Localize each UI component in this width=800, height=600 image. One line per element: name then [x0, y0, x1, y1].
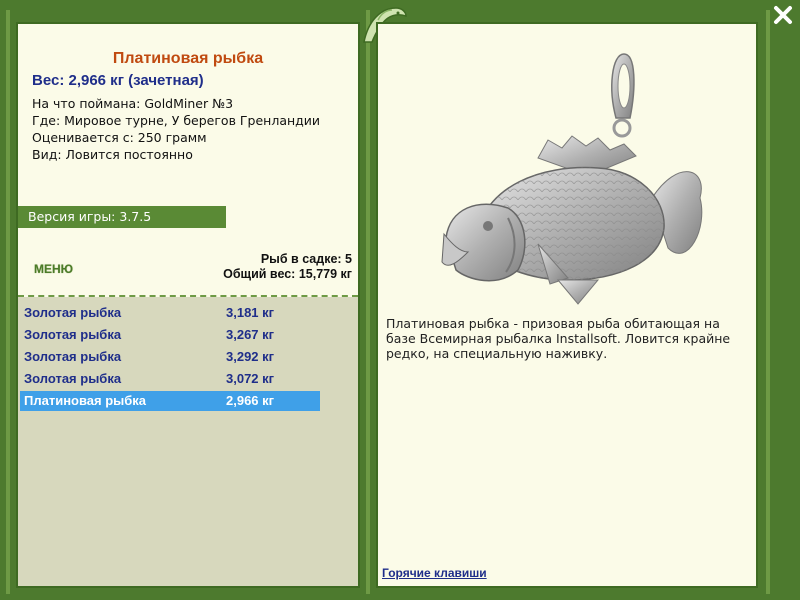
kind-line: Вид: Ловится постоянно	[32, 147, 193, 162]
catch-row-selected[interactable]: Платиновая рыбка 2,966 кг	[20, 391, 320, 411]
hotkeys-link[interactable]: Горячие клавиши	[382, 566, 487, 580]
frame-stripe	[6, 10, 10, 594]
cage-stats: Рыб в садке: 5 Общий вес: 15,779 кг	[223, 252, 352, 282]
catch-fish-name: Золотая рыбка	[24, 349, 122, 364]
cage-fish-count: Рыб в садке: 5	[260, 252, 352, 266]
catch-row[interactable]: Золотая рыбка 3,292 кг	[20, 347, 320, 367]
fish-info-panel: Платиновая рыбка Вес: 2,966 кг (зачетная…	[16, 22, 360, 588]
catch-row[interactable]: Золотая рыбка 3,181 кг	[20, 303, 320, 323]
catch-fish-name: Платиновая рыбка	[24, 393, 147, 408]
catch-fish-weight: 2,966 кг	[226, 393, 275, 408]
catch-fish-weight: 3,181 кг	[226, 305, 275, 320]
game-version-bar: Версия игры: 3.7.5	[18, 206, 226, 228]
fish-title: Платиновая рыбка	[112, 50, 264, 67]
valued-from-line: Оценивается с: 250 грамм	[32, 130, 207, 145]
caught-with-line: На что поймана: GoldMiner №3	[32, 96, 234, 111]
fish-pendant-image	[441, 53, 703, 305]
cage-total-weight: Общий вес: 15,779 кг	[223, 267, 352, 281]
catch-fish-weight: 3,267 кг	[226, 327, 275, 342]
fish-description: Платиновая рыбка - призовая рыба обитающ…	[386, 316, 731, 361]
catch-fish-name: Золотая рыбка	[24, 305, 122, 320]
catch-fish-weight: 3,072 кг	[226, 371, 275, 386]
catch-fish-name: Золотая рыбка	[24, 371, 122, 386]
location-line: Где: Мировое турне, У берегов Гренландии	[32, 113, 321, 128]
catch-row[interactable]: Золотая рыбка 3,072 кг	[20, 369, 320, 389]
fish-weight: Вес: 2,966 кг (зачетная)	[32, 72, 204, 89]
catch-fish-name: Золотая рыбка	[24, 327, 122, 342]
close-icon[interactable]	[772, 4, 794, 26]
frame-stripe	[766, 10, 770, 594]
frame-stripe	[366, 10, 370, 594]
catch-row[interactable]: Золотая рыбка 3,267 кг	[20, 325, 320, 345]
menu-button[interactable]: МЕНЮ	[34, 262, 73, 276]
fish-detail-panel: Платиновая рыбка - призовая рыба обитающ…	[376, 22, 758, 588]
catch-list: Золотая рыбка 3,181 кг Золотая рыбка 3,2…	[18, 297, 358, 586]
catch-fish-weight: 3,292 кг	[226, 349, 275, 364]
